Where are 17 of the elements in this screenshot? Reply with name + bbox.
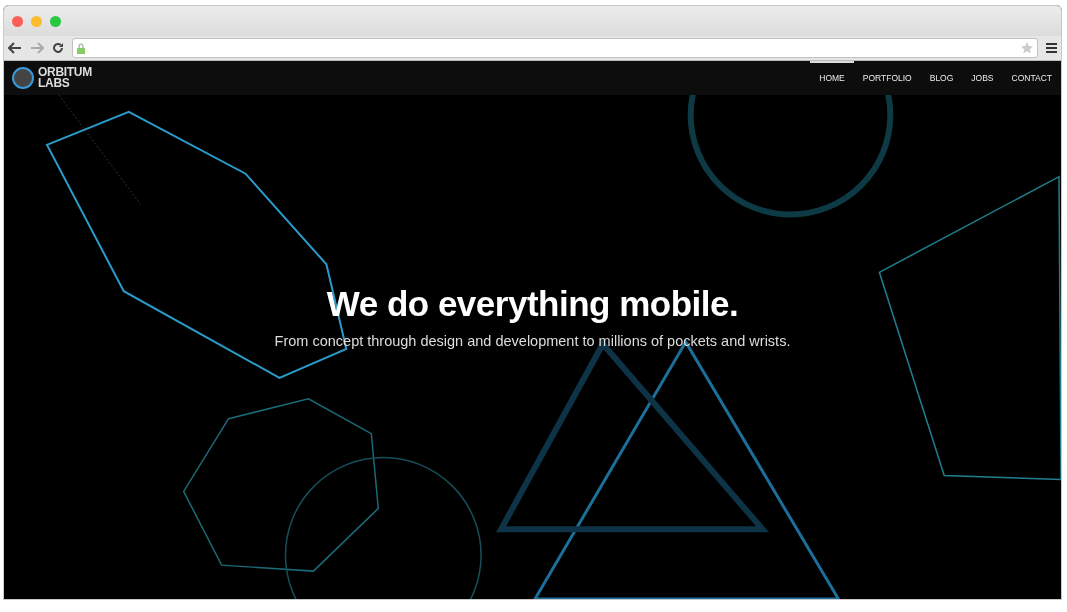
forward-arrow-icon[interactable] — [30, 42, 44, 54]
close-icon[interactable] — [12, 15, 23, 27]
lock-icon — [77, 42, 85, 54]
star-icon[interactable] — [1021, 42, 1033, 54]
logo-circle-icon — [12, 67, 34, 89]
nav-link[interactable]: HOME — [810, 61, 854, 95]
menu-icon[interactable] — [1046, 43, 1057, 53]
nav-link[interactable]: PORTFOLIO — [853, 61, 921, 95]
nav-link[interactable]: BLOG — [920, 61, 963, 95]
back-arrow-icon[interactable] — [8, 42, 22, 54]
address-bar[interactable] — [72, 38, 1038, 58]
nav-link[interactable]: CONTACT — [1002, 61, 1061, 95]
nav-link[interactable]: JOBS — [962, 61, 1003, 95]
brand-name: ORBITUM LABS — [38, 67, 92, 89]
reload-icon[interactable] — [52, 42, 64, 54]
zoom-icon[interactable] — [50, 15, 61, 27]
minimize-icon[interactable] — [31, 15, 42, 27]
